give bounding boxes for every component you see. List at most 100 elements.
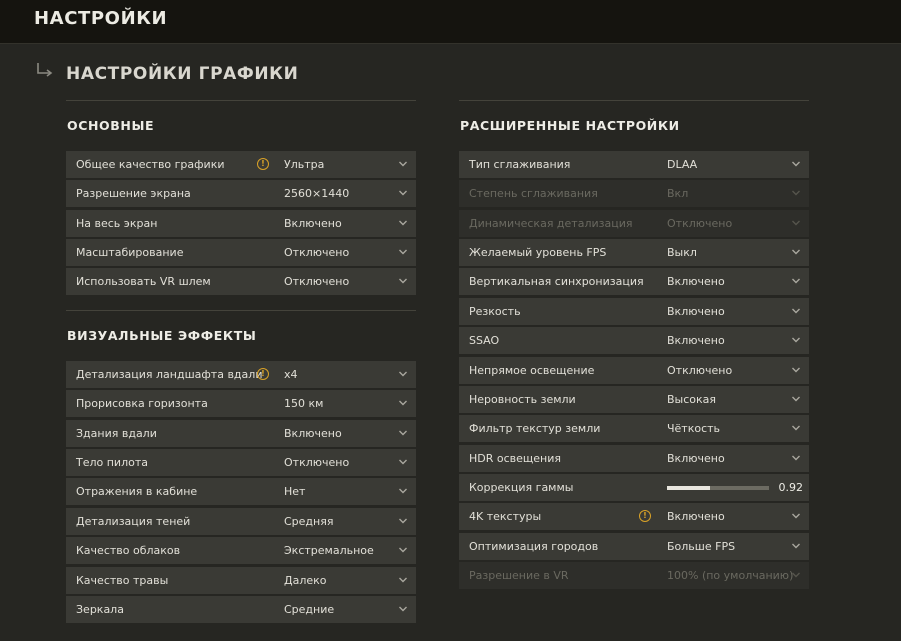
setting-label: HDR освещения bbox=[469, 451, 561, 465]
chevron-down-icon bbox=[792, 513, 800, 519]
setting-row[interactable]: Желаемый уровень FPS Выкл bbox=[459, 239, 809, 267]
setting-label: SSAO bbox=[469, 334, 500, 348]
divider-right-top bbox=[459, 100, 809, 101]
warning-icon[interactable]: ! bbox=[639, 510, 651, 523]
setting-row[interactable]: Фильтр текстур земли Чёткость bbox=[459, 415, 809, 443]
setting-label: Непрямое освещение bbox=[469, 363, 595, 377]
setting-row[interactable]: Разрешение экрана 2560×1440 bbox=[66, 180, 416, 208]
setting-row[interactable]: Тело пилота Отключено bbox=[66, 449, 416, 477]
setting-value: Отключено bbox=[284, 456, 350, 470]
setting-label: Оптимизация городов bbox=[469, 539, 599, 553]
setting-value: Включено bbox=[284, 426, 342, 440]
setting-row[interactable]: Использовать VR шлем Отключено bbox=[66, 268, 416, 296]
basic-settings-list: Общее качество графики! Ультра Разрешение … bbox=[66, 151, 416, 298]
setting-row[interactable]: Вертикальная синхронизация Включено bbox=[459, 268, 809, 296]
chevron-down-icon bbox=[792, 396, 800, 402]
setting-value: Экстремальное bbox=[284, 544, 374, 558]
setting-row[interactable]: На весь экран Включено bbox=[66, 209, 416, 237]
warning-icon[interactable]: ! bbox=[257, 368, 269, 380]
chevron-down-icon bbox=[792, 190, 800, 196]
setting-row[interactable]: Детализация ландшафта вдали! x4 bbox=[66, 361, 416, 388]
chevron-down-icon bbox=[792, 543, 800, 549]
setting-value: Средние bbox=[284, 602, 335, 616]
gamma-slider-fill bbox=[667, 485, 710, 490]
setting-label: Качество травы bbox=[76, 573, 169, 587]
setting-row[interactable]: Коррекция гаммы 0.92 bbox=[459, 473, 809, 501]
chevron-down-icon bbox=[792, 249, 800, 255]
warning-icon[interactable]: ! bbox=[257, 158, 269, 170]
chevron-down-icon bbox=[399, 547, 407, 553]
chevron-down-icon bbox=[792, 308, 800, 314]
header-title: НАСТРОЙКИ bbox=[34, 8, 168, 29]
setting-row: Динамическая детализация Отключено bbox=[459, 209, 809, 237]
divider-left-top bbox=[66, 100, 416, 101]
setting-row: Степень сглаживания Вкл bbox=[459, 180, 809, 208]
setting-value: Средняя bbox=[284, 514, 334, 528]
setting-label: Отражения в кабине bbox=[76, 485, 198, 499]
return-arrow-icon[interactable] bbox=[36, 62, 56, 78]
setting-label: Резкость bbox=[469, 304, 521, 318]
setting-label: Вертикальная синхронизация bbox=[469, 275, 644, 289]
setting-row[interactable]: Зеркала Средние bbox=[66, 595, 416, 623]
setting-row[interactable]: Детализация теней Средняя bbox=[66, 507, 416, 535]
setting-label: Детализация теней bbox=[76, 514, 191, 528]
setting-row[interactable]: Отражения в кабине Нет bbox=[66, 478, 416, 506]
chevron-down-icon bbox=[399, 161, 407, 167]
chevron-down-icon bbox=[399, 278, 407, 284]
setting-label: Здания вдали bbox=[76, 426, 157, 440]
chevron-down-icon bbox=[792, 455, 800, 461]
chevron-down-icon bbox=[399, 606, 407, 612]
setting-value: Включено bbox=[667, 451, 725, 465]
setting-value: Далеко bbox=[284, 573, 327, 587]
setting-label: Тело пилота bbox=[76, 456, 148, 470]
setting-value: Выкл bbox=[667, 246, 697, 260]
setting-row[interactable]: SSAO Включено bbox=[459, 327, 809, 355]
chevron-down-icon bbox=[792, 161, 800, 167]
setting-row: Разрешение в VR 100% (по умолчанию) bbox=[459, 562, 809, 590]
chevron-down-icon bbox=[399, 577, 407, 583]
setting-value: Больше FPS bbox=[667, 539, 736, 553]
setting-label: Разрешение экрана bbox=[76, 187, 191, 201]
setting-label: Фильтр текстур земли bbox=[469, 422, 601, 436]
setting-row[interactable]: Масштабирование Отключено bbox=[66, 239, 416, 267]
page-title: НАСТРОЙКИ ГРАФИКИ bbox=[66, 64, 299, 84]
setting-row[interactable]: Резкость Включено bbox=[459, 297, 809, 325]
setting-value: Отключено bbox=[284, 246, 350, 260]
setting-value: Чёткость bbox=[667, 422, 721, 436]
setting-label: Желаемый уровень FPS bbox=[469, 246, 607, 260]
setting-value: Нет bbox=[284, 485, 306, 499]
setting-value: Включено bbox=[667, 334, 725, 348]
setting-row[interactable]: Тип сглаживания DLAA bbox=[459, 151, 809, 178]
section-title-basic: ОСНОВНЫЕ bbox=[67, 118, 155, 133]
setting-row[interactable]: Прорисовка горизонта 150 км bbox=[66, 390, 416, 418]
setting-value: Отключено bbox=[667, 216, 733, 230]
chevron-down-icon bbox=[792, 278, 800, 284]
chevron-down-icon bbox=[399, 220, 407, 226]
chevron-down-icon bbox=[399, 459, 407, 465]
setting-label: Коррекция гаммы bbox=[469, 480, 574, 494]
chevron-down-icon bbox=[399, 430, 407, 436]
setting-row[interactable]: 4K текстуры! Включено bbox=[459, 503, 809, 531]
setting-row[interactable]: Общее качество графики! Ультра bbox=[66, 151, 416, 178]
setting-value: x4 bbox=[284, 368, 298, 381]
setting-row[interactable]: Качество травы Далеко bbox=[66, 566, 416, 594]
setting-label: Неровность земли bbox=[469, 392, 576, 406]
setting-row[interactable]: Здания вдали Включено bbox=[66, 419, 416, 447]
setting-row[interactable]: Неровность земли Высокая bbox=[459, 385, 809, 413]
setting-row[interactable]: Качество облаков Экстремальное bbox=[66, 537, 416, 565]
setting-row[interactable]: HDR освещения Включено bbox=[459, 444, 809, 472]
setting-label: Тип сглаживания bbox=[469, 158, 571, 171]
setting-value: Отключено bbox=[667, 363, 733, 377]
setting-label: Общее качество графики bbox=[76, 158, 225, 171]
chevron-down-icon bbox=[399, 400, 407, 406]
setting-row[interactable]: Непрямое освещение Отключено bbox=[459, 356, 809, 384]
section-title-advanced: РАСШИРЕННЫЕ НАСТРОЙКИ bbox=[460, 118, 680, 133]
setting-value: DLAA bbox=[667, 158, 698, 171]
divider-left-mid bbox=[66, 310, 416, 311]
setting-row[interactable]: Оптимизация городов Больше FPS bbox=[459, 532, 809, 560]
chevron-down-icon bbox=[792, 572, 800, 578]
gamma-value: 0.92 bbox=[778, 480, 804, 494]
chevron-down-icon bbox=[399, 488, 407, 494]
advanced-settings-list: Тип сглаживания DLAA Степень сглаживания Вк… bbox=[459, 151, 809, 591]
gamma-slider[interactable] bbox=[667, 485, 769, 490]
